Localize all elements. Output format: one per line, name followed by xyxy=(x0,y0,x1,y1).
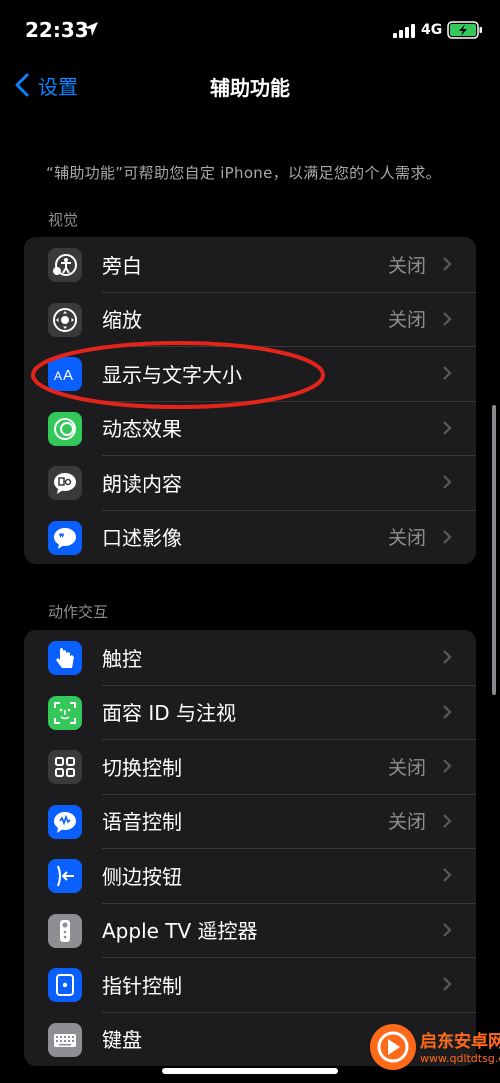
page-title: 辅助功能 xyxy=(210,76,290,100)
scrollbar[interactable] xyxy=(492,405,496,695)
face-id-icon xyxy=(48,695,82,730)
row-audio-descriptions[interactable]: ❞ 口述影像 关闭 xyxy=(24,509,476,565)
pointer-icon xyxy=(48,968,82,1002)
chevron-right-icon xyxy=(443,366,452,381)
row-label: 旁白 xyxy=(102,253,142,278)
row-label: 切换控制 xyxy=(102,755,182,780)
row-label: 侧边按钮 xyxy=(102,864,182,889)
row-value: 关闭 xyxy=(387,811,426,834)
keyboard-icon xyxy=(48,1022,82,1057)
row-label: 口述影像 xyxy=(102,526,182,551)
row-voiceover[interactable]: 旁白 关闭 xyxy=(24,237,476,292)
watermark-logo-icon xyxy=(370,1024,416,1070)
navigation-bar: 设置 辅助功能 xyxy=(0,58,500,114)
signal-icon xyxy=(393,24,415,38)
voiceover-icon xyxy=(48,248,82,282)
row-value: 关闭 xyxy=(387,309,426,332)
row-label: 触控 xyxy=(102,646,142,671)
row-zoom[interactable]: 缩放 关闭 xyxy=(24,291,476,347)
row-touch[interactable]: 触控 xyxy=(24,630,476,685)
chevron-right-icon xyxy=(443,977,452,992)
section-title-interaction: 动作交互 xyxy=(48,603,109,621)
chevron-right-icon xyxy=(443,868,452,883)
watermark-url: www.qdltdtsg.com xyxy=(420,1052,500,1065)
voice-control-icon xyxy=(48,804,82,839)
chevron-right-icon xyxy=(443,704,452,719)
location-arrow-icon xyxy=(84,22,98,36)
row-label: 指针控制 xyxy=(102,973,182,998)
hand-touch-icon xyxy=(48,641,82,675)
chevron-right-icon xyxy=(443,420,452,435)
row-voice-control[interactable]: 语音控制 关闭 xyxy=(24,793,476,849)
row-label: 缩放 xyxy=(102,308,142,333)
chevron-right-icon xyxy=(443,257,452,272)
home-indicator[interactable] xyxy=(162,1068,338,1074)
speech-bubble-icon xyxy=(48,466,82,500)
row-pointer-control[interactable]: 指针控制 xyxy=(24,957,476,1012)
row-face-id-attention[interactable]: 面容 ID 与注视 xyxy=(24,684,476,740)
row-label: 朗读内容 xyxy=(102,471,182,496)
row-apple-tv-remote[interactable]: Apple TV 遥控器 xyxy=(24,902,476,958)
chevron-right-icon xyxy=(443,759,452,774)
row-value: 关闭 xyxy=(387,254,426,277)
description-text: “辅助功能”可帮助您自定 iPhone，以满足您的个人需求。 xyxy=(46,164,441,182)
network-type: 4G xyxy=(421,22,443,38)
interaction-settings-group: 触控 面容 ID 与注视 切换控制 关闭 语音控制 关闭 侧边按钮 Apple … xyxy=(24,630,476,1066)
row-spoken-content[interactable]: 朗读内容 xyxy=(24,455,476,510)
chevron-right-icon xyxy=(443,813,452,828)
row-side-button[interactable]: 侧边按钮 xyxy=(24,848,476,903)
remote-icon xyxy=(48,913,82,948)
side-button-icon xyxy=(48,859,82,893)
status-time: 22:33 xyxy=(25,18,89,42)
highlight-circle xyxy=(31,341,325,409)
row-value: 关闭 xyxy=(387,527,426,550)
audio-description-icon: ❞ xyxy=(48,520,82,555)
row-label: Apple TV 遥控器 xyxy=(102,919,258,944)
row-label: 语音控制 xyxy=(102,810,182,835)
chevron-right-icon xyxy=(443,529,452,544)
grid-icon xyxy=(48,750,82,784)
chevron-right-icon xyxy=(443,311,452,326)
chevron-right-icon xyxy=(443,650,452,665)
zoom-icon xyxy=(48,302,82,337)
row-value: 关闭 xyxy=(387,756,426,779)
svg-text:❞: ❞ xyxy=(59,533,64,544)
row-switch-control[interactable]: 切换控制 关闭 xyxy=(24,739,476,794)
chevron-right-icon xyxy=(443,922,452,937)
watermark-name: 启东安卓网 xyxy=(420,1032,500,1052)
row-label: 动态效果 xyxy=(102,417,182,442)
row-label: 面容 ID 与注视 xyxy=(102,701,237,726)
watermark: 启东安卓网 www.qdltdtsg.com xyxy=(370,1018,500,1078)
battery-charging-icon xyxy=(447,21,482,39)
status-bar: 22:33 4G xyxy=(0,0,500,58)
row-label: 键盘 xyxy=(102,1028,142,1053)
section-title-vision: 视觉 xyxy=(48,211,79,229)
motion-icon xyxy=(48,411,82,446)
chevron-right-icon xyxy=(443,475,452,490)
